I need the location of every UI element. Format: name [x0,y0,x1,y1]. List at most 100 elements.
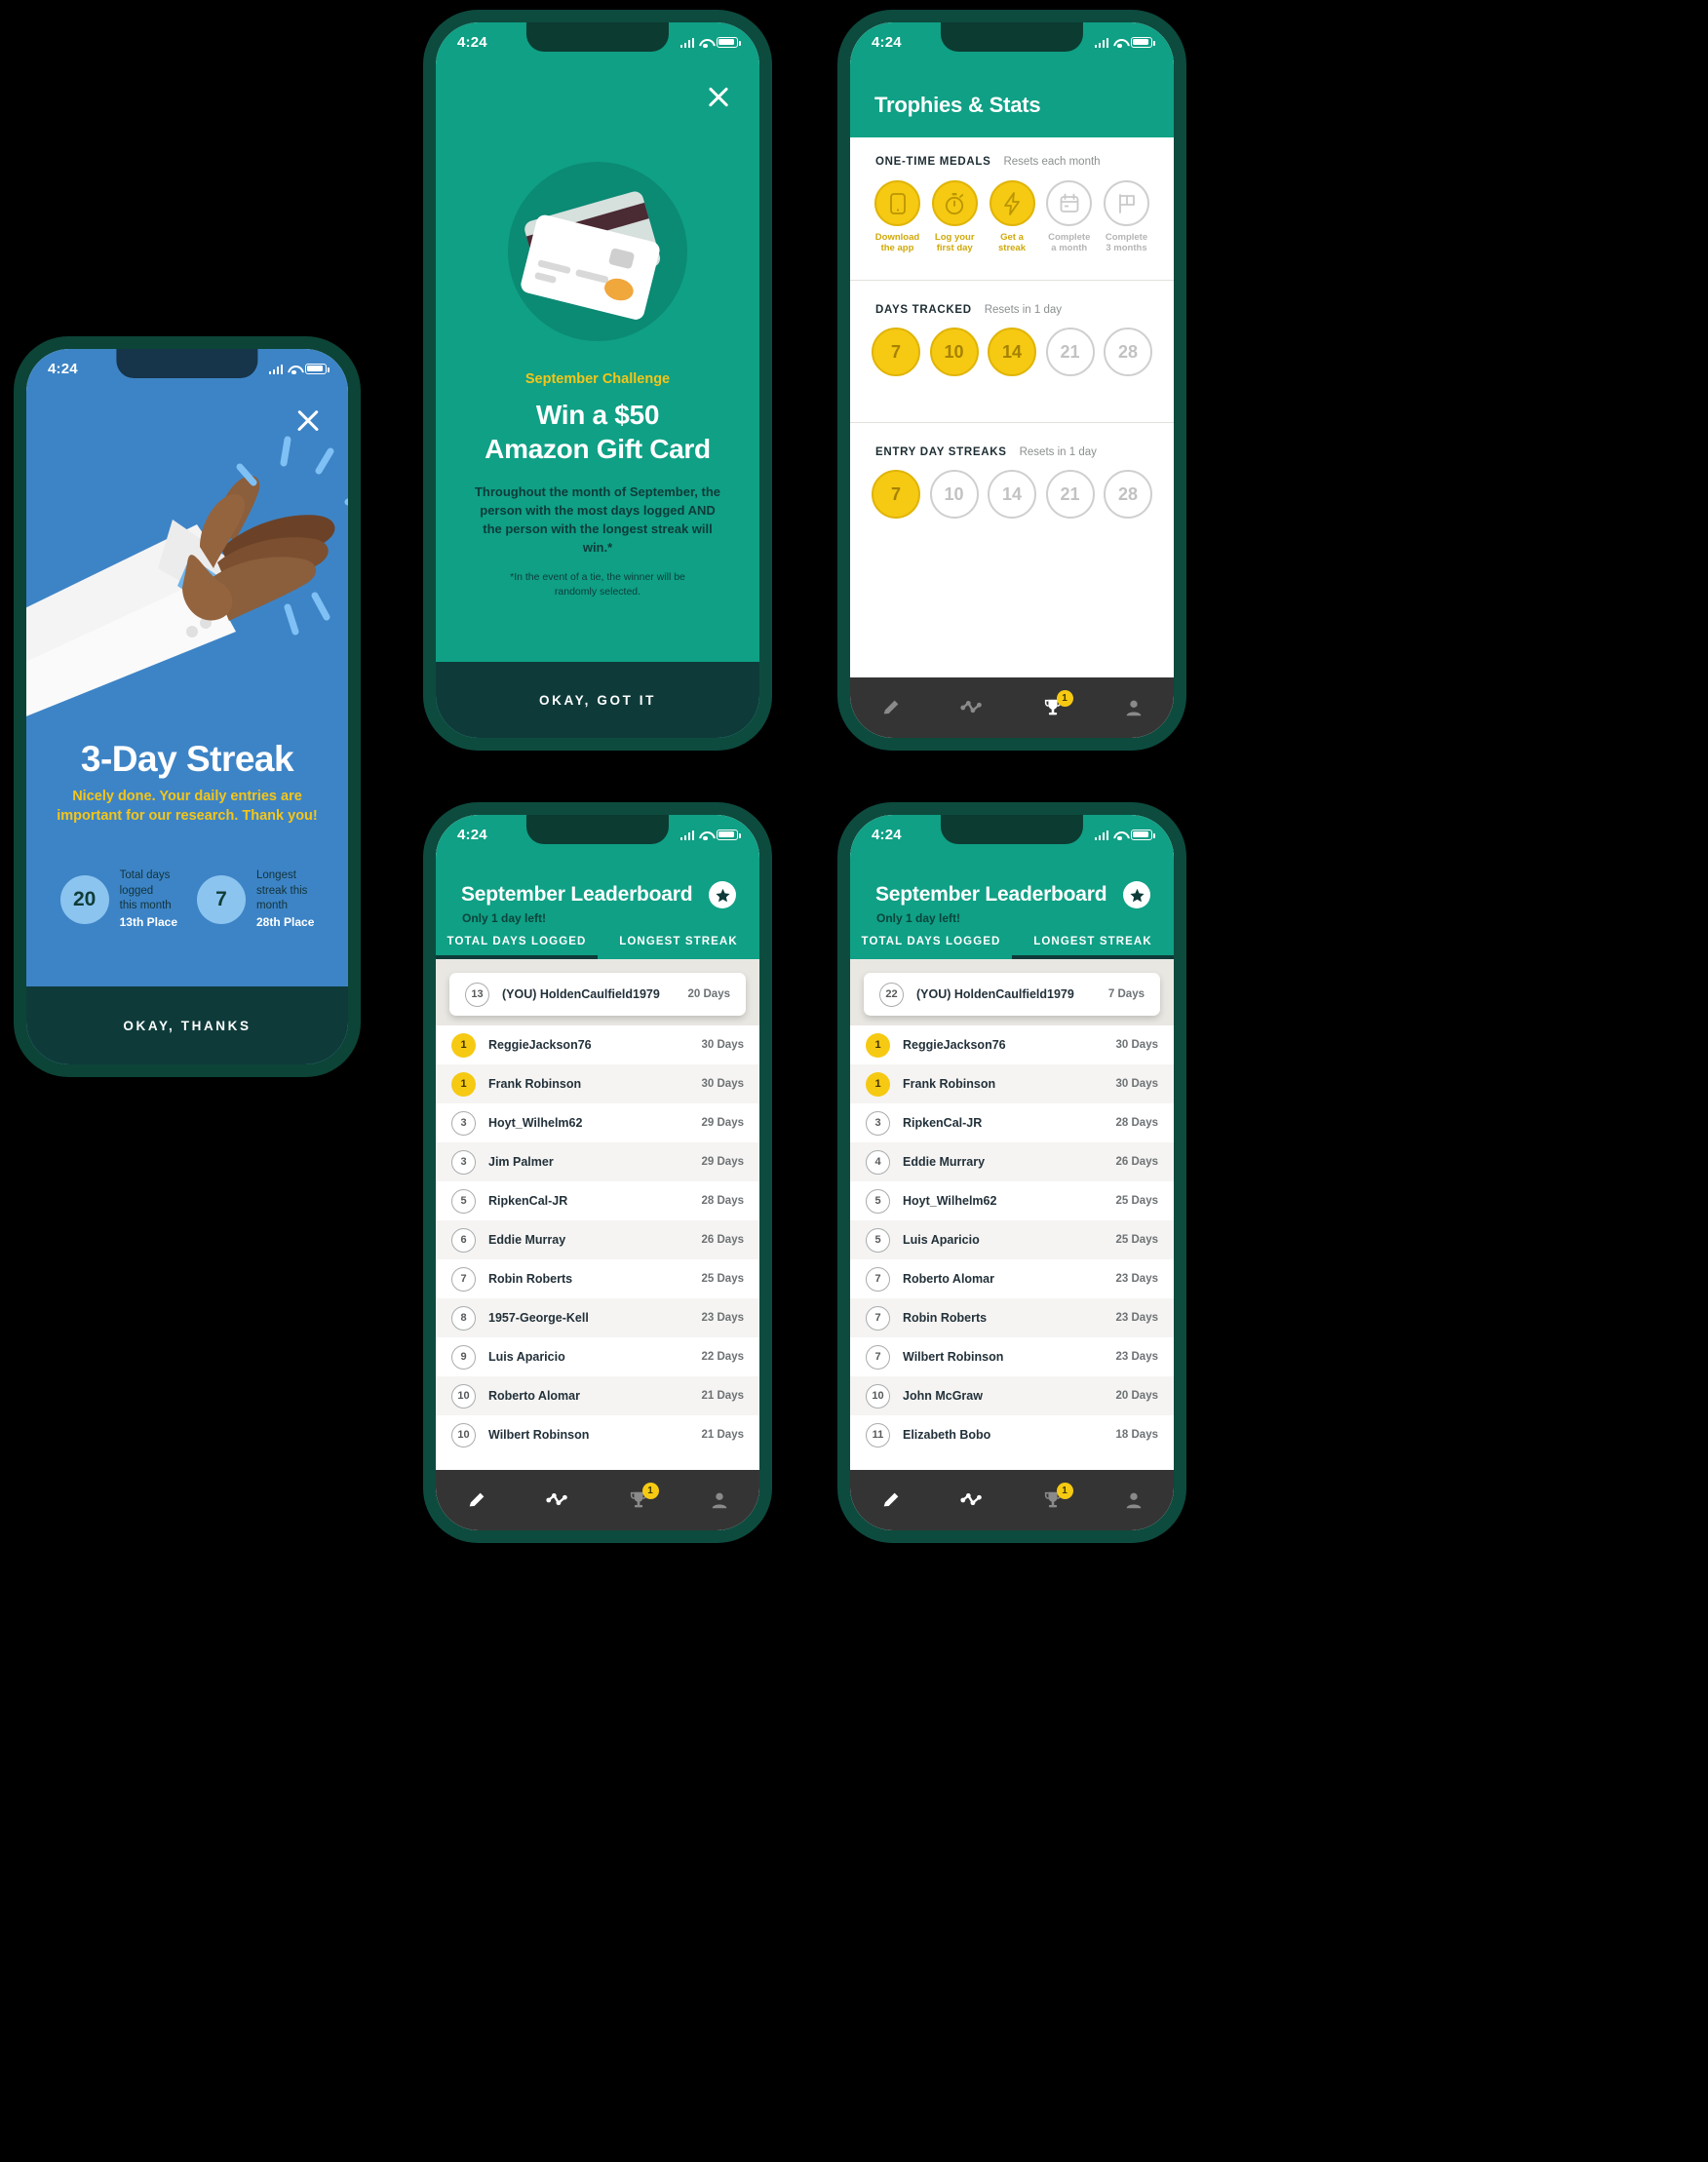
badge-streak-14[interactable]: 14 [988,470,1036,519]
nav-item-progress[interactable] [950,688,994,727]
person-icon [1126,700,1141,716]
page-title: Trophies & Stats [874,93,1041,117]
table-row[interactable]: 7 Wilbert Robinson 23 Days [850,1337,1174,1376]
nav-item-trophies[interactable]: 1 [616,1481,661,1520]
nav-item-journal[interactable] [869,688,913,727]
table-row[interactable]: 6 Eddie Murray 26 Days [436,1220,759,1259]
table-row[interactable]: 3 RipkenCal-JR 28 Days [850,1103,1174,1142]
player-name: Eddie Murrary [903,1155,986,1169]
badge-streak-28[interactable]: 28 [1104,470,1152,519]
close-icon[interactable] [293,405,323,435]
player-name: Frank Robinson [488,1077,582,1091]
player-name: Luis Aparicio [488,1350,565,1364]
table-row[interactable]: 1 Frank Robinson 30 Days [436,1064,759,1103]
leaderboard-list[interactable]: 1 ReggieJackson76 30 Days 1 Frank Robinson 3… [850,1025,1174,1470]
table-row[interactable]: 3 Jim Palmer 29 Days [436,1142,759,1181]
medal-download-the-app[interactable]: Download the app [872,180,923,254]
okay-thanks-button[interactable]: OKAY, THANKS [26,986,348,1064]
okay-got-it-button[interactable]: OKAY, GOT IT [436,662,759,738]
player-name: Wilbert Robinson [903,1350,1004,1364]
screen-streak: 4:24 3-Day Streak Nicely done. Your dail… [26,349,348,1064]
rank-badge: 3 [451,1149,476,1175]
table-row[interactable]: 7 Robin Roberts 23 Days [850,1298,1174,1337]
leaderboard-tabs: TOTAL DAYS LOGGED LONGEST STREAK [850,924,1174,959]
empty-area [850,570,1174,677]
stat-line: Longest [256,869,296,881]
status-icons [1094,829,1155,840]
player-days: 30 Days [1115,1078,1158,1090]
nav-item-progress[interactable] [535,1481,580,1520]
player-name: ReggieJackson76 [488,1038,592,1052]
badge-streak-21[interactable]: 21 [1045,470,1095,519]
player-name: Frank Robinson [903,1077,996,1091]
table-row[interactable]: 1 ReggieJackson76 30 Days [436,1025,759,1064]
badge-days-14[interactable]: 14 [988,328,1036,376]
star-icon[interactable] [709,881,736,908]
tab-total-days-logged[interactable]: TOTAL DAYS LOGGED [850,924,1012,959]
badge-days-21[interactable]: 21 [1045,328,1095,376]
close-icon[interactable] [705,83,732,110]
section-title: DAYS TRACKED [875,304,972,316]
section-entry-day-streaks: ENTRY DAY STREAKS Resets in 1 day 7 10 1… [850,423,1174,570]
medal-get-a-streak[interactable]: Get a streak [987,180,1038,254]
nav-item-profile[interactable] [1111,688,1156,727]
rank-badge: 1 [866,1071,890,1097]
nav-item-profile[interactable] [1111,1481,1156,1520]
leaderboard-you-row[interactable]: 13 (YOU) HoldenCaulfield1979 20 Days [449,973,746,1016]
player-name: Luis Aparicio [903,1233,980,1247]
badge-days-28[interactable]: 28 [1104,328,1152,376]
table-row[interactable]: 11 Elizabeth Bobo 18 Days [850,1415,1174,1454]
rank-badge: 10 [451,1383,476,1409]
medal-log-your-first-day[interactable]: Log your first day [929,180,981,254]
star-icon[interactable] [1123,881,1150,908]
table-row[interactable]: 5 Luis Aparicio 25 Days [850,1220,1174,1259]
tab-longest-streak[interactable]: LONGEST STREAK [598,924,759,959]
table-row[interactable]: 5 Hoyt_Wilhelm62 25 Days [850,1181,1174,1220]
player-name: Elizabeth Bobo [903,1428,991,1442]
table-row[interactable]: 9 Luis Aparicio 22 Days [436,1337,759,1376]
player-name: John McGraw [903,1389,983,1403]
medal-complete-3-months[interactable]: Complete 3 months [1101,180,1152,254]
nav-item-profile[interactable] [697,1481,742,1520]
leaderboard-you-row[interactable]: 22 (YOU) HoldenCaulfield1979 7 Days [864,973,1160,1016]
medal-complete-a-month[interactable]: Complete a month [1043,180,1095,254]
rank-badge: 5 [866,1188,890,1214]
notch [116,349,258,378]
table-row[interactable]: 8 1957-George-Kell 23 Days [436,1298,759,1337]
player-days: 25 Days [1115,1195,1158,1207]
person-icon [1126,1492,1141,1509]
leaderboard-list[interactable]: 1 ReggieJackson76 30 Days 1 Frank Robinson 3… [436,1025,759,1470]
table-row[interactable]: 10 Roberto Alomar 21 Days [436,1376,759,1415]
table-row[interactable]: 10 John McGraw 20 Days [850,1376,1174,1415]
table-row[interactable]: 7 Roberto Alomar 23 Days [850,1259,1174,1298]
nav-item-progress[interactable] [950,1481,994,1520]
pencil-icon [469,1492,484,1507]
challenge-footnote: *In the event of a tie, the winner will … [510,571,685,598]
nav-item-trophies[interactable]: 1 [1030,688,1075,727]
table-row[interactable]: 1 Frank Robinson 30 Days [850,1064,1174,1103]
badge-days-7[interactable]: 7 [872,328,920,376]
table-row[interactable]: 5 RipkenCal-JR 28 Days [436,1181,759,1220]
table-row[interactable]: 7 Robin Roberts 25 Days [436,1259,759,1298]
nav-item-journal[interactable] [869,1481,913,1520]
rank-badge: 9 [451,1344,476,1370]
rank-badge: 13 [465,982,489,1007]
badge-days-10[interactable]: 10 [929,328,979,376]
table-row[interactable]: 4 Eddie Murrary 26 Days [850,1142,1174,1181]
wifi-icon [288,365,300,374]
player-days: 28 Days [701,1195,744,1207]
status-icons [679,829,741,840]
tab-total-days-logged[interactable]: TOTAL DAYS LOGGED [436,924,598,959]
nav-item-journal[interactable] [454,1481,499,1520]
table-row[interactable]: 1 ReggieJackson76 30 Days [850,1025,1174,1064]
table-row[interactable]: 3 Hoyt_Wilhelm62 29 Days [436,1103,759,1142]
tab-longest-streak[interactable]: LONGEST STREAK [1012,924,1174,959]
phone-september-challenge: 4:24 September Challenge Win a $50 Amazo… [423,10,772,751]
rank-badge: 10 [866,1383,890,1409]
nav-item-trophies[interactable]: 1 [1030,1481,1075,1520]
table-row[interactable]: 10 Wilbert Robinson 21 Days [436,1415,759,1454]
badge-streak-7[interactable]: 7 [872,470,920,519]
player-days: 23 Days [1115,1351,1158,1363]
bottom-nav: 1 [850,1470,1174,1530]
badge-streak-10[interactable]: 10 [929,470,979,519]
